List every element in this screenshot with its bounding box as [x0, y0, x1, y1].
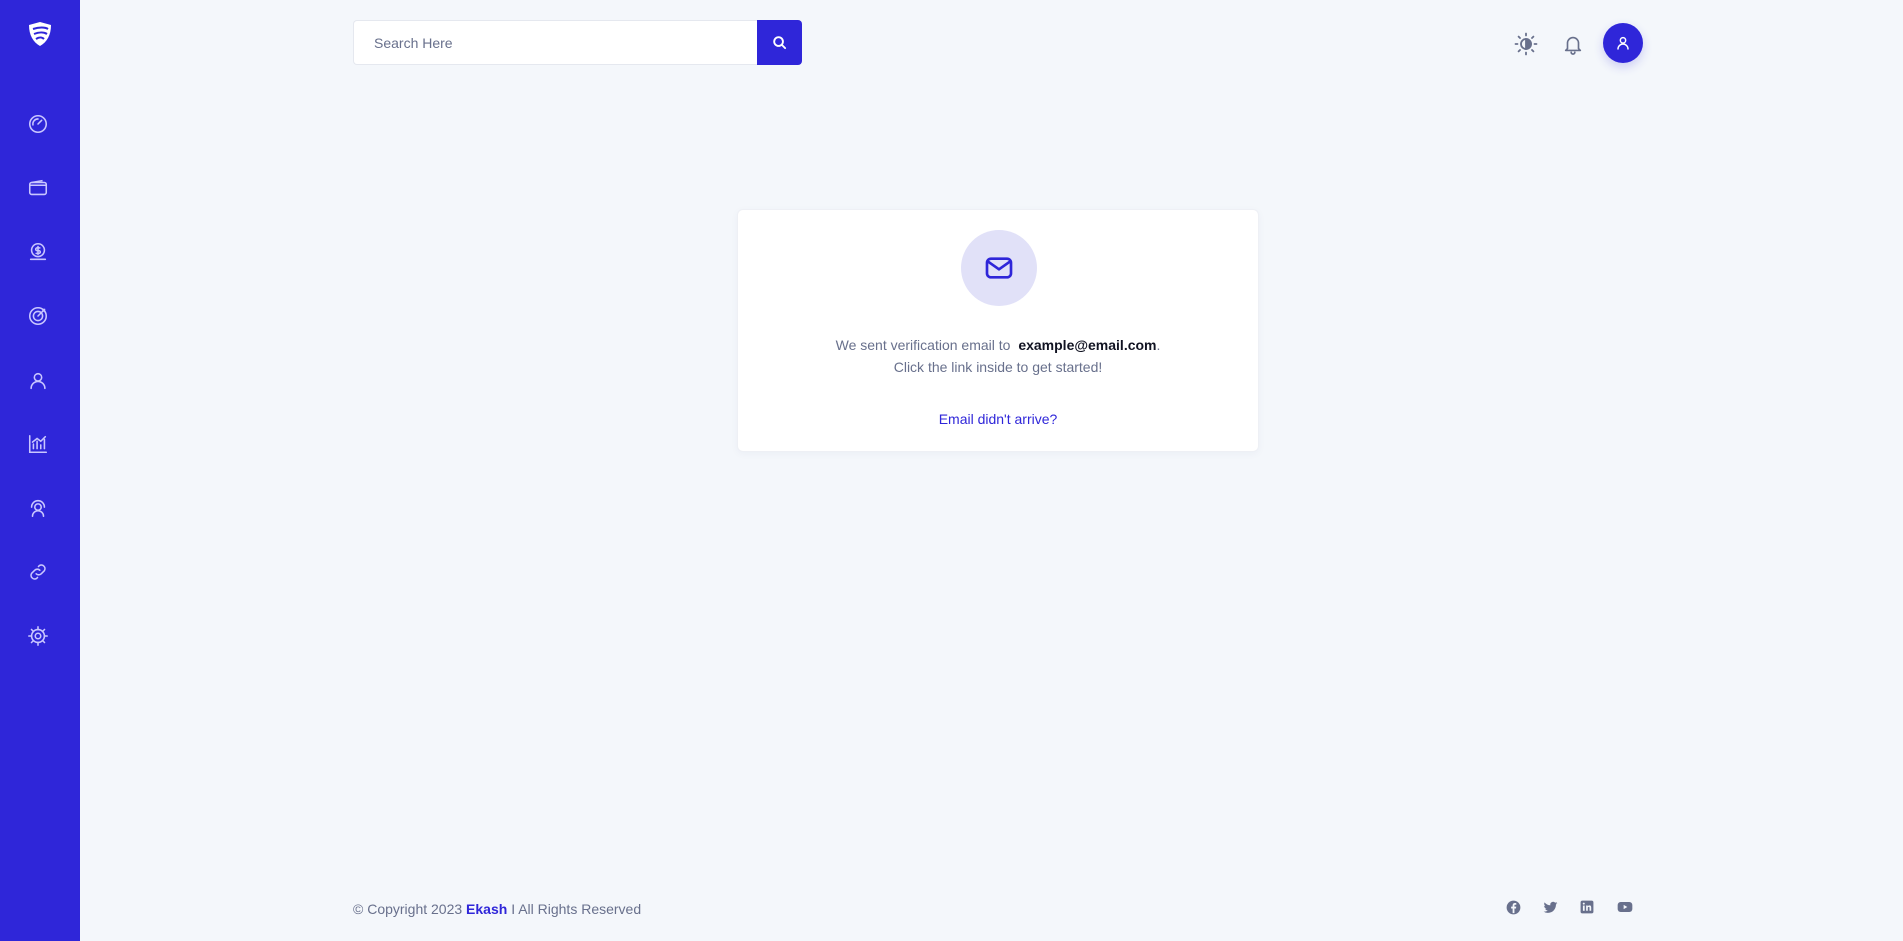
sidebar-item-profile[interactable] [22, 365, 54, 397]
facebook-icon [1506, 900, 1520, 914]
user-icon [1617, 36, 1629, 50]
sidebar-item-settings[interactable] [22, 620, 54, 652]
search-button[interactable] [757, 20, 802, 65]
search-bar [353, 20, 802, 65]
mail-icon-badge [961, 230, 1037, 306]
copyright-prefix: © Copyright 2023 [353, 901, 463, 917]
sidebar-item-support[interactable] [22, 492, 54, 524]
sun-icon [1514, 32, 1538, 56]
settings-gear-icon [28, 626, 48, 646]
search-input[interactable] [353, 20, 757, 65]
theme-toggle-button[interactable] [1512, 30, 1540, 58]
profile-avatar-button[interactable] [1603, 23, 1643, 63]
notification-button[interactable] [1559, 30, 1587, 58]
youtube-icon [1617, 902, 1633, 912]
dashboard-gauge-icon [28, 114, 48, 134]
mail-icon [985, 257, 1013, 279]
social-facebook-link[interactable] [1504, 898, 1522, 916]
verify-message: We sent verification email to example@em… [738, 337, 1258, 353]
bell-icon [1564, 36, 1582, 55]
brand-link[interactable]: Ekash [466, 901, 507, 917]
copyright-suffix: I All Rights Reserved [511, 901, 642, 917]
sidebar-item-wallet[interactable] [22, 172, 54, 204]
linkedin-icon [1580, 900, 1594, 914]
analytics-chart-icon [28, 434, 48, 454]
money-bag-icon [29, 242, 47, 261]
verify-message-suffix: . [1156, 337, 1161, 353]
verify-message-prefix: We sent verification email to [835, 337, 1011, 353]
sidebar [0, 0, 80, 941]
verify-email-card: We sent verification email to example@em… [737, 209, 1259, 452]
target-icon [28, 306, 48, 326]
shield-logo-icon[interactable] [22, 16, 58, 52]
verify-email-address: example@email.com [1018, 337, 1157, 353]
verify-instruction: Click the link inside to get started! [893, 359, 1103, 375]
social-twitter-link[interactable] [1541, 898, 1559, 916]
sidebar-item-dashboard[interactable] [22, 108, 54, 140]
link-icon [30, 564, 46, 580]
search-icon [773, 36, 787, 50]
support-icon [30, 499, 46, 518]
resend-email-link[interactable]: Email didn't arrive? [738, 411, 1258, 427]
social-youtube-link[interactable] [1616, 898, 1634, 916]
social-linkedin-link[interactable] [1578, 898, 1596, 916]
sidebar-item-links[interactable] [22, 556, 54, 588]
twitter-icon [1543, 901, 1557, 913]
sidebar-item-payments[interactable] [22, 236, 54, 268]
sidebar-item-analytics[interactable] [22, 428, 54, 460]
user-icon [30, 372, 46, 390]
footer-copyright: © Copyright 2023 Ekash I All Rights Rese… [353, 901, 641, 917]
sidebar-item-goals[interactable] [22, 300, 54, 332]
wallet-icon [28, 179, 48, 196]
